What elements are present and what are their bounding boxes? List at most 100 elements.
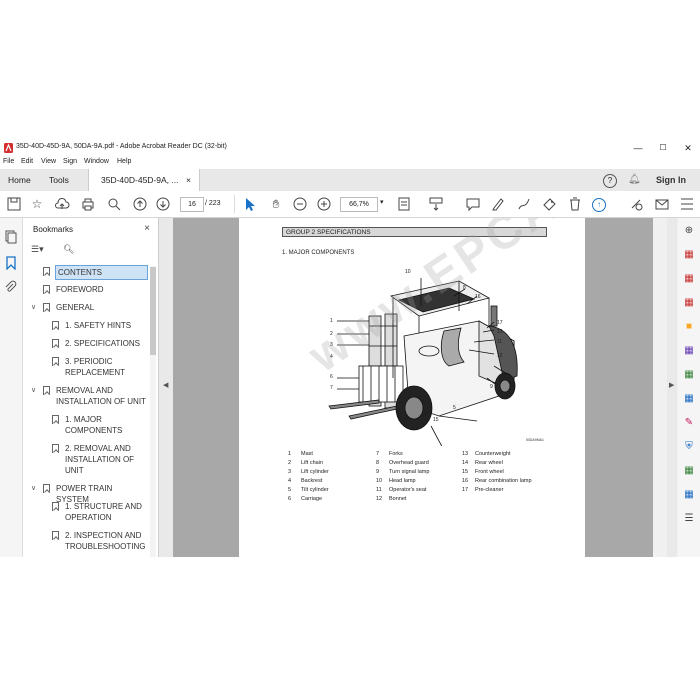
organize-pages-icon[interactable]: ▦ <box>682 368 696 382</box>
notification-bell-icon[interactable]: 🔔︎ <box>628 174 641 185</box>
previous-page-icon[interactable] <box>132 196 148 212</box>
page-number-input[interactable]: 16 <box>180 197 204 212</box>
bookmark-icon <box>52 444 59 453</box>
edit-pdf-icon[interactable]: ▦ <box>682 296 696 310</box>
legend-label: Tilt cylinder <box>301 487 329 493</box>
attachments-icon[interactable] <box>4 280 18 294</box>
left-panel-splitter[interactable]: ◀ <box>159 218 173 557</box>
menu-view[interactable]: View <box>41 158 56 165</box>
fill-and-sign-icon[interactable]: ✎ <box>682 416 696 430</box>
close-window-button[interactable]: ✕ <box>681 141 695 155</box>
bookmark-item[interactable]: 1. SAFETY HINTS <box>23 320 150 333</box>
legend-label: Front wheel <box>475 469 504 475</box>
comment-tool-icon[interactable]: ■ <box>682 320 696 334</box>
link-icon[interactable] <box>628 196 644 212</box>
print-icon[interactable] <box>80 196 96 212</box>
select-cursor-icon[interactable] <box>242 196 258 212</box>
legend-number: 3 <box>288 469 292 475</box>
bookmark-item[interactable]: 2. REMOVAL AND INSTALLATION OF UNIT <box>23 443 150 478</box>
export-pdf-icon[interactable]: ▦ <box>682 248 696 262</box>
close-panel-icon[interactable]: × <box>144 223 150 234</box>
scroll-mode-icon[interactable] <box>428 196 444 212</box>
tab-close-icon[interactable]: × <box>186 169 191 191</box>
bookmark-item[interactable]: ∨ GENERAL <box>23 302 150 315</box>
bookmark-item[interactable]: ∨ POWER TRAIN SYSTEM <box>23 483 150 504</box>
legend-number: 17 <box>462 487 469 493</box>
page-thumbnails-icon[interactable] <box>4 230 18 244</box>
menu-help[interactable]: Help <box>117 158 131 165</box>
zoom-out-icon[interactable] <box>292 196 308 212</box>
bookmarks-panel-icon[interactable] <box>4 256 18 271</box>
zoom-search-icon[interactable]: ⊕ <box>682 224 696 238</box>
scan-ocr-icon[interactable]: ▦ <box>682 464 696 478</box>
bookmark-item[interactable]: 1. STRUCTURE AND OPERATION <box>23 501 150 525</box>
expand-caret-icon[interactable]: ∨ <box>31 483 36 494</box>
bookmark-item[interactable]: 1. MAJOR COMPONENTS <box>23 414 150 438</box>
bookmark-item[interactable]: FOREWORD <box>23 284 150 297</box>
collapse-left-icon[interactable]: ◀ <box>163 381 168 389</box>
bookmark-icon <box>52 357 59 366</box>
bookmark-icon <box>52 502 59 511</box>
document-view[interactable]: GROUP 2 SPECIFICATIONS 1. MAJOR COMPONEN… <box>173 218 653 557</box>
bookmark-star-icon[interactable]: ☆ <box>29 196 45 212</box>
bookmarks-panel: Bookmarks × ☰▾ 🔍︎ CONTENTS FOREWORD ∨ GENER… <box>23 218 159 557</box>
bookmark-icon <box>52 531 59 540</box>
maximize-button[interactable]: ☐ <box>656 141 670 155</box>
compress-pdf-icon[interactable]: ▦ <box>682 392 696 406</box>
tab-tools[interactable]: Tools <box>49 169 69 191</box>
hand-tool-icon[interactable]: ✋︎ <box>268 196 284 212</box>
menu-file[interactable]: File <box>3 158 14 165</box>
right-panel-splitter[interactable]: ▶ <box>667 218 677 557</box>
expand-caret-icon[interactable]: ∨ <box>31 302 36 313</box>
tab-document[interactable]: 35D-40D-45D-9A, ... × <box>88 169 200 191</box>
bookmark-item[interactable]: 3. PERIODIC REPLACEMENT <box>23 356 150 380</box>
more-tools-rail-icon[interactable]: ☰ <box>682 512 696 526</box>
title-bar: 35D-40D-45D-9A, 50DA-9A.pdf - Adobe Acro… <box>0 139 700 157</box>
minimize-button[interactable]: — <box>631 141 645 155</box>
menu-window[interactable]: Window <box>84 158 109 165</box>
save-icon[interactable] <box>6 196 22 212</box>
bookmark-item[interactable]: 2. INSPECTION AND TROUBLESHOOTING <box>23 530 150 554</box>
upload-cloud-icon[interactable] <box>54 196 70 212</box>
delete-icon[interactable] <box>567 196 583 212</box>
fill-sign-icon[interactable] <box>542 196 558 212</box>
help-icon[interactable]: ? <box>603 174 617 188</box>
protect-icon[interactable]: ⛨ <box>682 440 696 454</box>
bookmark-label: 1. MAJOR COMPONENTS <box>65 415 123 435</box>
bookmark-item[interactable]: 2. SPECIFICATIONS <box>23 338 150 351</box>
comment-icon[interactable] <box>465 196 481 212</box>
bookmark-label: 2. INSPECTION AND TROUBLESHOOTING <box>65 531 146 551</box>
next-page-icon[interactable] <box>155 196 171 212</box>
highlight-pen-icon[interactable] <box>490 196 506 212</box>
tab-bar: Home Tools 35D-40D-45D-9A, ... × ? 🔔︎ Si… <box>0 169 700 192</box>
expand-caret-icon[interactable]: ∨ <box>31 385 36 396</box>
bookmark-item[interactable]: CONTENTS <box>23 265 150 280</box>
bookmark-scroll-thumb[interactable] <box>150 267 156 355</box>
zoom-level-input[interactable]: 66,7% <box>340 197 378 212</box>
bookmark-search-icon[interactable]: 🔍︎ <box>63 244 74 255</box>
more-tools-icon[interactable] <box>679 196 695 212</box>
menu-edit[interactable]: Edit <box>21 158 33 165</box>
bookmark-item[interactable]: ∨ REMOVAL AND INSTALLATION OF UNIT <box>23 385 150 409</box>
tab-home[interactable]: Home <box>8 169 31 191</box>
legend-number: 6 <box>288 496 292 502</box>
share-icon[interactable]: ↑ <box>592 198 606 212</box>
legend-number: 15 <box>462 469 469 475</box>
bookmark-label: 2. REMOVAL AND INSTALLATION OF UNIT <box>65 444 135 475</box>
zoom-dropdown-icon[interactable]: ▾ <box>380 198 384 206</box>
zoom-in-icon[interactable] <box>316 196 332 212</box>
email-icon[interactable] <box>654 196 670 212</box>
menu-sign[interactable]: Sign <box>63 158 77 165</box>
draw-icon[interactable] <box>516 196 532 212</box>
sign-in-button[interactable]: Sign In <box>656 169 686 191</box>
combine-files-icon[interactable]: ▦ <box>682 344 696 358</box>
expand-right-icon[interactable]: ▶ <box>669 381 674 389</box>
create-pdf-icon[interactable]: ▦ <box>682 272 696 286</box>
bookmark-label: CONTENTS <box>55 265 148 280</box>
bookmark-icon <box>52 339 59 348</box>
print-production-icon[interactable]: ▦ <box>682 488 696 502</box>
search-icon[interactable] <box>106 196 122 212</box>
bookmark-icon <box>43 303 50 312</box>
bookmark-options-icon[interactable]: ☰▾ <box>31 244 44 255</box>
fit-page-icon[interactable] <box>396 196 412 212</box>
